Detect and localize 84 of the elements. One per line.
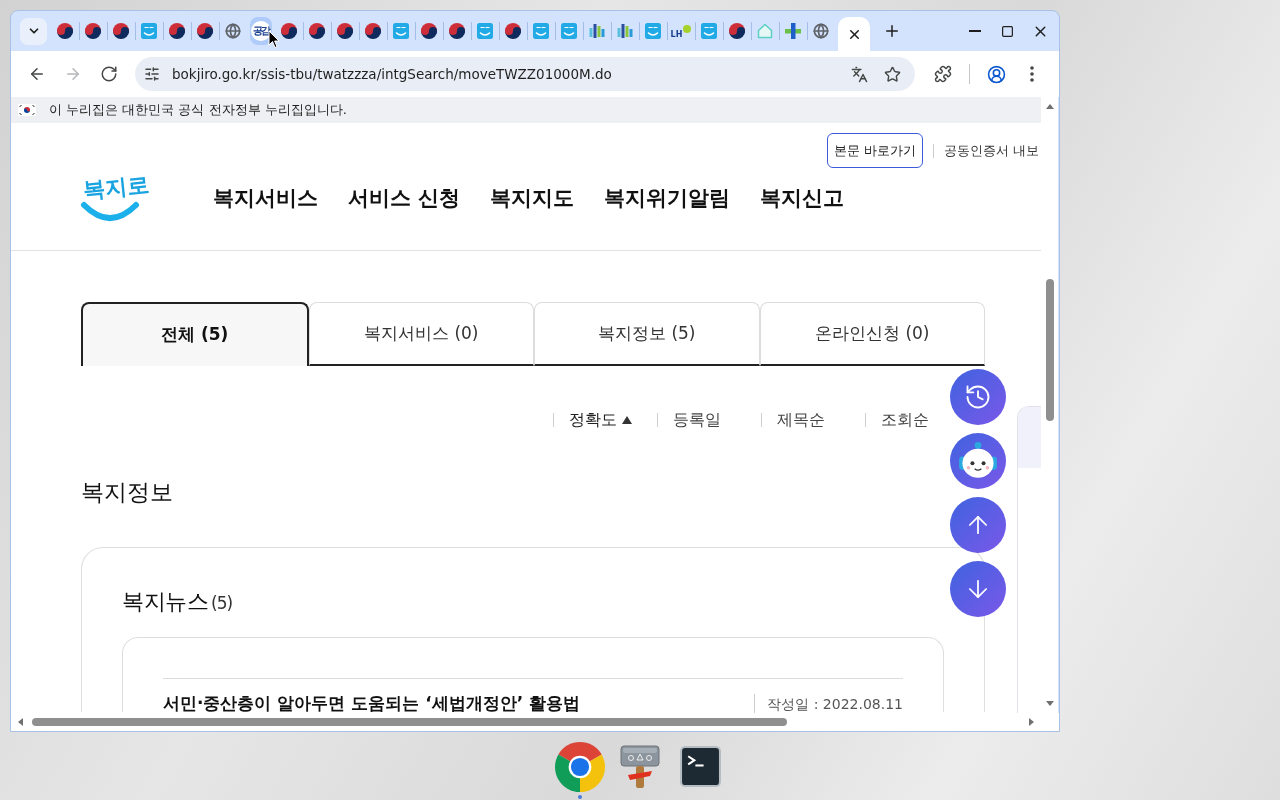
result-tab[interactable]: 온라인신청 (0) xyxy=(759,302,985,366)
emblem-icon xyxy=(169,23,185,39)
result-tab[interactable]: 복지정보 (5) xyxy=(534,302,760,366)
news-count: (5) xyxy=(211,592,233,615)
mouse-cursor-icon xyxy=(268,30,280,49)
address-bar[interactable]: bokjiro.go.kr/ssis-tbu/twatzzza/intgSearch/moveTWZZ01000M.do xyxy=(135,57,915,91)
globe-icon xyxy=(225,23,241,39)
chrome-icon[interactable] xyxy=(555,742,605,792)
scroll-down-arrow-icon[interactable] xyxy=(1045,701,1054,706)
scroll-up-arrow-icon[interactable] xyxy=(1045,104,1054,109)
main-nav-link[interactable]: 복지지도 xyxy=(490,183,575,215)
smile-logo-icon xyxy=(393,23,409,39)
robot-mascot-icon xyxy=(958,441,998,481)
terminal-icon[interactable] xyxy=(680,746,721,787)
sort-option[interactable]: 제목순 xyxy=(777,408,825,432)
house-icon xyxy=(757,23,773,39)
side-panel-header xyxy=(1018,407,1041,468)
history-button[interactable] xyxy=(950,369,1006,425)
signpost-icon[interactable] xyxy=(620,745,660,789)
scroll-top-button[interactable] xyxy=(950,497,1006,553)
emblem-icon xyxy=(365,23,381,39)
emblem-icon xyxy=(197,23,213,39)
certificate-link[interactable]: 공동인증서 내보 xyxy=(943,140,1041,161)
main-nav-link[interactable]: 복지위기알림 xyxy=(604,183,731,215)
smile-logo-icon xyxy=(701,23,717,39)
puzzle-icon xyxy=(934,65,952,83)
minimize-icon xyxy=(968,30,981,32)
sort-option[interactable]: 정확도 xyxy=(569,408,632,432)
star-icon[interactable] xyxy=(884,65,901,83)
maximize-icon xyxy=(1001,24,1014,38)
emblem-icon xyxy=(281,23,297,39)
plus-icon xyxy=(883,22,901,40)
site-settings-icon[interactable] xyxy=(144,66,160,82)
main-nav-link[interactable]: 복지신고 xyxy=(760,183,845,215)
translate-icon[interactable] xyxy=(851,65,868,83)
news-date: 작성일 : 2022.08.11 xyxy=(767,696,903,713)
smile-logo-icon xyxy=(141,23,157,39)
emblem-icon xyxy=(505,23,521,39)
scrollbar-thumb[interactable] xyxy=(1045,279,1054,421)
scroll-right-arrow-icon[interactable] xyxy=(1029,718,1034,726)
news-heading: 복지뉴스 xyxy=(122,588,208,616)
smile-logo-icon xyxy=(477,23,493,39)
tab-list-button[interactable] xyxy=(20,17,47,45)
emblem-icon xyxy=(309,23,325,39)
smile-logo-icon xyxy=(561,23,577,39)
emblem-icon xyxy=(729,23,745,39)
smile-logo-icon xyxy=(645,23,661,39)
skip-to-content-button[interactable]: 본문 바로가기 xyxy=(826,133,923,168)
bar-logo-icon xyxy=(589,23,605,39)
bar-logo-icon xyxy=(617,23,633,39)
favicon-label: LH xyxy=(670,31,683,39)
reload-icon xyxy=(100,65,118,83)
chatbot-button[interactable] xyxy=(950,433,1006,489)
logo-smile-icon xyxy=(80,201,140,223)
emblem-icon xyxy=(85,23,101,39)
main-nav-link[interactable]: 서비스 신청 xyxy=(348,183,461,215)
history-icon xyxy=(964,383,992,411)
globe-icon xyxy=(813,23,829,39)
dot-icon xyxy=(683,25,692,33)
browser-tab[interactable]: LH xyxy=(670,17,692,45)
emblem-icon xyxy=(57,23,73,39)
plus-cross-icon xyxy=(785,23,801,39)
scroll-bottom-button[interactable] xyxy=(950,561,1006,617)
menu-icon xyxy=(1030,66,1034,82)
scrollbar-thumb[interactable] xyxy=(32,718,787,726)
result-tab[interactable]: 전체 (5) xyxy=(81,302,309,366)
scroll-left-arrow-icon[interactable] xyxy=(18,718,23,726)
korean-flag-icon xyxy=(18,104,36,116)
emblem-icon xyxy=(337,23,353,39)
banner-text: 이 누리집은 대한민국 공식 전자정부 누리집입니다. xyxy=(49,101,347,120)
smile-logo-icon xyxy=(533,23,549,39)
main-nav-link[interactable]: 복지서비스 xyxy=(213,183,318,215)
news-title-link[interactable]: 서민·중산층이 알아두면 도움되는 ‘세법개정안’ 활용법 xyxy=(163,694,581,713)
section-heading: 복지정보 xyxy=(81,478,173,506)
triangle-up-icon xyxy=(622,416,632,424)
emblem-icon xyxy=(113,23,129,39)
result-tab[interactable]: 복지서비스 (0) xyxy=(308,302,534,366)
arrow-right-icon xyxy=(64,65,82,83)
sort-option[interactable]: 등록일 xyxy=(673,408,721,432)
emblem-icon xyxy=(421,23,437,39)
profile-icon xyxy=(986,64,1006,84)
emblem-icon xyxy=(449,23,465,39)
sort-option[interactable]: 조회순 xyxy=(881,408,929,432)
url-text: bokjiro.go.kr/ssis-tbu/twatzzza/intgSearch/moveTWZZ01000M.do xyxy=(172,64,612,84)
